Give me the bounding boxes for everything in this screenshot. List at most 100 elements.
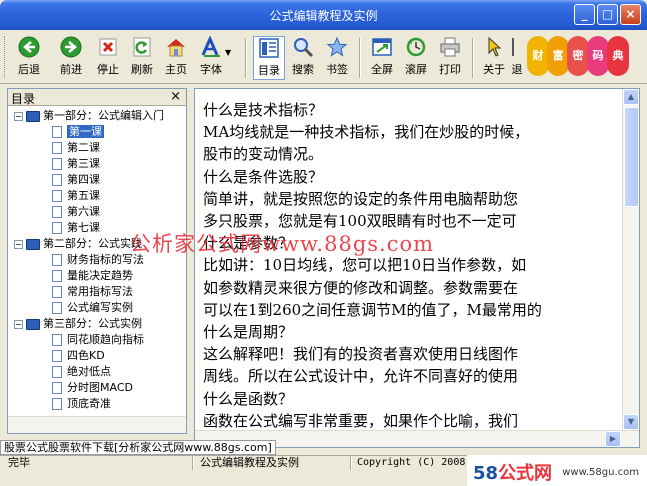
tree-item[interactable]: 绝对低点 xyxy=(52,364,111,380)
search-button[interactable]: 搜索 xyxy=(287,36,319,80)
status-divider xyxy=(192,456,194,470)
search-label: 搜索 xyxy=(292,63,314,76)
tree-item[interactable]: 常用指标写法 xyxy=(52,284,133,300)
deco-badge[interactable]: 财 xyxy=(527,36,549,76)
deco-badge[interactable]: 码 xyxy=(587,36,609,76)
content-line: 什么是函数？ xyxy=(203,389,294,408)
scroll-screen-button[interactable]: 滚屏 xyxy=(400,36,432,80)
collapse-icon[interactable]: − xyxy=(14,239,23,249)
page-icon xyxy=(52,206,62,218)
tree-item-label: 四色KD xyxy=(67,349,105,362)
tree-item[interactable]: 第二课 xyxy=(52,140,100,156)
content-pane[interactable]: 什么是技术指标？ MA均线就是一种技术指标，我们在炒股的时候， 股市的变动情况。… xyxy=(194,88,640,448)
scroll-thumb[interactable] xyxy=(624,107,639,207)
scroll-screen-label: 滚屏 xyxy=(405,63,427,76)
logo-number: 58 xyxy=(473,463,499,484)
scroll-down-icon[interactable]: ▼ xyxy=(623,414,639,430)
exit-icon xyxy=(512,38,514,56)
page-icon xyxy=(52,366,62,378)
stop-button[interactable]: 停止 xyxy=(92,36,124,80)
tree-item-label: 第七课 xyxy=(67,221,100,234)
forward-arrow-icon xyxy=(60,36,82,58)
status-bar: 完毕 公式编辑教程及实例 Copyright (C) 2008 Je 58公式网… xyxy=(0,455,647,486)
tree-item[interactable]: 公式编写实例 xyxy=(52,300,133,316)
toc-close-icon[interactable]: × xyxy=(170,89,181,104)
page-icon xyxy=(52,158,62,170)
content-vertical-scrollbar[interactable]: ▲ ▼ xyxy=(622,89,639,430)
tree-item-label: 顶底奇准 xyxy=(67,397,111,410)
book-open-icon xyxy=(26,110,40,122)
tree-item-label: 第三课 xyxy=(67,157,100,170)
minimize-button[interactable]: _ xyxy=(574,4,595,25)
tree-item[interactable]: 第四课 xyxy=(52,172,100,188)
back-button[interactable]: 后退 xyxy=(12,36,46,80)
maximize-button[interactable]: □ xyxy=(597,4,618,25)
bookmark-button[interactable]: 书签 xyxy=(321,36,353,80)
download-banner[interactable]: 股票公式股票软件下载[分析家公式网www.88gs.com] xyxy=(0,440,276,455)
tree-item[interactable]: 第六课 xyxy=(52,204,100,220)
print-label: 打印 xyxy=(439,63,461,76)
tree-item-label: 量能决定趋势 xyxy=(67,269,133,282)
tree-item[interactable]: 四色KD xyxy=(52,348,105,364)
page-icon xyxy=(52,222,62,234)
autoscroll-icon xyxy=(406,37,426,57)
print-button[interactable]: 打印 xyxy=(434,36,466,80)
tree-item[interactable]: 第五课 xyxy=(52,188,100,204)
refresh-button[interactable]: 刷新 xyxy=(126,36,158,80)
exit-button[interactable]: 退 xyxy=(511,36,523,80)
fullscreen-label: 全屏 xyxy=(371,63,393,76)
collapse-icon[interactable]: − xyxy=(14,319,23,329)
tree-item-label: 常用指标写法 xyxy=(67,285,133,298)
page-icon xyxy=(52,350,62,362)
about-button[interactable]: 关于 xyxy=(478,36,510,80)
toolbar-grip[interactable] xyxy=(4,36,7,78)
refresh-icon xyxy=(133,37,151,57)
about-label: 关于 xyxy=(483,63,505,76)
site-logo: 58公式网 www.58gu.com xyxy=(467,455,647,486)
font-button[interactable]: 字体 ▼ xyxy=(195,36,233,80)
tree-item[interactable]: 量能决定趋势 xyxy=(52,268,133,284)
status-title: 公式编辑教程及实例 xyxy=(200,456,299,469)
status-divider xyxy=(350,456,352,470)
tree-node-part2[interactable]: − 第二部分：公式实践 xyxy=(14,236,142,252)
font-dropdown-icon[interactable]: ▼ xyxy=(225,48,231,57)
tree-item[interactable]: 分时图MACD xyxy=(52,380,133,396)
logo-url: www.58gu.com xyxy=(562,467,639,478)
toolbar-separator xyxy=(359,38,361,78)
bookmark-label: 书签 xyxy=(326,63,348,76)
tree-item-label: 第四课 xyxy=(67,173,100,186)
deco-badge[interactable]: 密 xyxy=(567,36,589,76)
content-line: 函数在公式编写非常重要，如果作个比喻，我们 xyxy=(203,411,519,430)
toc-title: 目录 xyxy=(11,92,36,106)
forward-button[interactable]: 前进 xyxy=(54,36,88,80)
tree-item[interactable]: 第七课 xyxy=(52,220,100,236)
tree-node-part3[interactable]: − 第三部分：公式实例 xyxy=(14,316,142,332)
deco-badge[interactable]: 富 xyxy=(547,36,569,76)
tree-item-label: 同花顺趋向指标 xyxy=(67,333,144,346)
tree-item[interactable]: 第三课 xyxy=(52,156,100,172)
tree-item[interactable]: 第一课 xyxy=(52,124,104,140)
toc-button[interactable]: 目录 xyxy=(253,36,285,80)
toc-horizontal-scrollbar[interactable] xyxy=(8,416,186,433)
toolbar-separator xyxy=(245,38,247,78)
scroll-right-icon[interactable]: ▶ xyxy=(605,431,621,447)
close-button[interactable]: × xyxy=(620,4,641,25)
tree-node-label: 第二部分：公式实践 xyxy=(43,237,142,250)
pointer-help-icon xyxy=(488,36,502,57)
collapse-icon[interactable]: − xyxy=(14,111,23,121)
toolbar: 后退 前进 停止 刷新 主页 字体 ▼ 目录 搜索 书签 全屏 滚屏 打印 关于… xyxy=(0,30,647,84)
deco-badge[interactable]: 典 xyxy=(607,36,629,76)
content-line: 什么是周期？ xyxy=(203,323,294,342)
tree-item[interactable]: 同花顺趋向指标 xyxy=(52,332,144,348)
back-label: 后退 xyxy=(18,63,40,76)
home-button[interactable]: 主页 xyxy=(160,36,192,80)
page-icon xyxy=(52,382,62,394)
content-text: 什么是技术指标？ MA均线就是一种技术指标，我们在炒股的时候， 股市的变动情况。… xyxy=(203,99,623,432)
content-line: 什么是技术指标？ xyxy=(203,101,324,119)
tree-node-part1[interactable]: − 第一部分：公式编辑入门 xyxy=(14,108,164,124)
fullscreen-button[interactable]: 全屏 xyxy=(366,36,398,80)
tree-item[interactable]: 顶底奇准 xyxy=(52,396,111,412)
tree-item-label: 第五课 xyxy=(67,189,100,202)
scroll-up-icon[interactable]: ▲ xyxy=(623,89,639,105)
content-line: 股市的变动情况。 xyxy=(203,145,324,164)
